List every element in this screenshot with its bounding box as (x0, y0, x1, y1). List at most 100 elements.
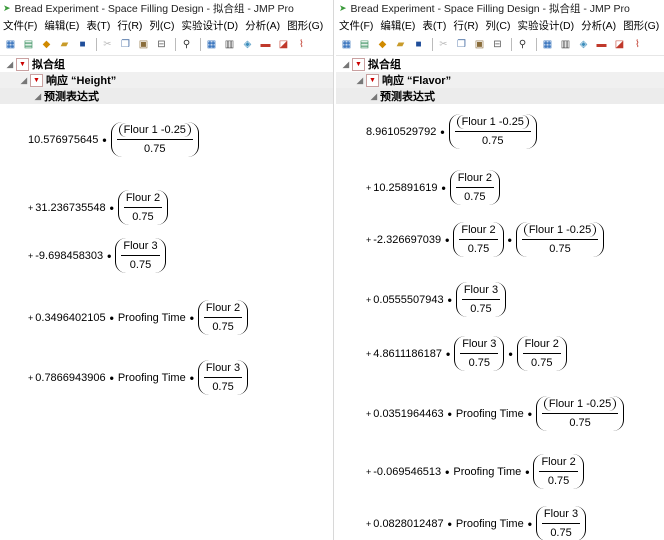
inner-parentheses: Flour 1 -0.25 (118, 123, 191, 137)
plus-sign: + (28, 250, 34, 261)
report-outline: ◢ ▼ 拟合组 ◢ ▼ 响应 “Flavor” ◢ 预测表达式 (336, 56, 664, 104)
denominator: 0.75 (212, 321, 234, 333)
denominator: 0.75 (132, 211, 154, 223)
menu-edit[interactable]: 编辑(E) (380, 18, 415, 33)
copy-icon[interactable]: ❐ (118, 38, 133, 52)
menu-cols[interactable]: 列(C) (149, 18, 174, 33)
fit-icon[interactable]: ◈ (576, 38, 591, 52)
numerator: Flour 2 (459, 224, 498, 240)
menu-doe[interactable]: 实验设计(D) (518, 18, 575, 33)
menu-file[interactable]: 文件(F) (3, 18, 37, 33)
ruler-icon[interactable]: ◪ (276, 38, 291, 52)
script-icon[interactable]: ◆ (39, 38, 54, 52)
cut-icon[interactable]: ✂ (100, 38, 115, 52)
coefficient: 10.576975645 (28, 133, 99, 146)
formula-term: +0.7866943906 • Proofing Time • Flour 3 0.75 (28, 360, 249, 395)
fraction: Flour 3 0.75 (121, 240, 160, 271)
outline-response[interactable]: ◢ ▼ 响应 “Height” (0, 72, 333, 88)
paste-icon[interactable]: ▣ (136, 38, 151, 52)
collapse-triangle-icon[interactable]: ◢ (18, 76, 30, 85)
ruler-icon[interactable]: ◪ (612, 38, 627, 52)
formula-term: +10.25891619 • Flour 2 0.75 (366, 170, 500, 205)
inner-parentheses: Flour 1 -0.25 (456, 115, 529, 129)
collapse-triangle-icon[interactable]: ◢ (340, 60, 352, 69)
plus-sign: + (366, 294, 372, 305)
coefficient: -9.698458303 (35, 249, 104, 262)
numerator: Flour 2 (123, 192, 163, 208)
menu-rows[interactable]: 行(R) (453, 18, 478, 33)
formula-term: + -2.326697039 • Flour 2 0.75 • Flour 1 -0.25 0… (366, 222, 605, 257)
save-icon[interactable]: ■ (75, 38, 90, 52)
bar-chart-icon[interactable]: ▥ (222, 38, 237, 52)
red-triangle-menu-icon[interactable]: ▼ (30, 73, 43, 87)
distribution-icon[interactable]: ⌇ (630, 38, 645, 52)
data-table-icon[interactable]: ▦ (339, 38, 354, 52)
new-icon[interactable]: ▤ (21, 38, 36, 52)
numerator: Flour 3 (460, 338, 499, 354)
parenthesized-fraction: Flour 3 0.75 (454, 336, 505, 371)
new-icon[interactable]: ▤ (357, 38, 372, 52)
data-table-icon[interactable]: ▦ (3, 38, 18, 52)
menu-graph[interactable]: 图形(G) (623, 18, 659, 33)
fraction: Flour 2 0.75 (455, 172, 494, 203)
menu-edit[interactable]: 编辑(E) (44, 18, 79, 33)
menu-file[interactable]: 文件(F) (339, 18, 373, 33)
graph-icon[interactable]: ▬ (594, 38, 609, 52)
menu-analyze[interactable]: 分析(A) (245, 18, 280, 33)
numerator: Flour 3 (121, 240, 160, 256)
fit-group-label: 拟合组 (368, 59, 401, 71)
plus-sign: + (366, 182, 372, 193)
collapse-triangle-icon[interactable]: ◢ (4, 60, 16, 69)
save-icon[interactable]: ■ (411, 38, 426, 52)
distribution-icon[interactable]: ⌇ (294, 38, 309, 52)
menu-tables[interactable]: 表(T) (86, 18, 110, 33)
plus-sign: + (366, 234, 372, 245)
menu-graph[interactable]: 图形(G) (287, 18, 323, 33)
coefficient: 0.0555507943 (373, 293, 444, 306)
copy-icon[interactable]: ❐ (454, 38, 469, 52)
cut-icon[interactable]: ✂ (436, 38, 451, 52)
collapse-triangle-icon[interactable]: ◢ (32, 92, 44, 101)
open-icon[interactable]: ▰ (57, 38, 72, 52)
multiply-dot-icon: • (445, 346, 451, 361)
plus-sign: + (28, 202, 34, 213)
report-icon[interactable]: ⊟ (490, 38, 505, 52)
search-icon[interactable]: ⚲ (515, 38, 530, 52)
bar-chart-icon[interactable]: ▥ (558, 38, 573, 52)
fit-icon[interactable]: ◈ (240, 38, 255, 52)
formula-term: +0.3496402105 • Proofing Time • Flour 2 0.75 (28, 300, 249, 335)
red-triangle-menu-icon[interactable]: ▼ (352, 57, 365, 71)
menu-analyze[interactable]: 分析(A) (581, 18, 616, 33)
menu-cols[interactable]: 列(C) (485, 18, 510, 33)
menu-doe[interactable]: 实验设计(D) (182, 18, 239, 33)
denominator: 0.75 (550, 527, 572, 539)
paste-icon[interactable]: ▣ (472, 38, 487, 52)
collapse-triangle-icon[interactable]: ◢ (368, 92, 380, 101)
outline-prediction-expression[interactable]: ◢ 预测表达式 (336, 88, 664, 104)
parenthesized-fraction: Flour 2 0.75 (516, 336, 567, 371)
grid-icon[interactable]: ▦ (540, 38, 555, 52)
script-icon[interactable]: ◆ (375, 38, 390, 52)
graph-icon[interactable]: ▬ (258, 38, 273, 52)
open-icon[interactable]: ▰ (393, 38, 408, 52)
outline-response[interactable]: ◢ ▼ 响应 “Flavor” (336, 72, 664, 88)
right-report-window: ➤ Bread Experiment - Space Filling Desig… (336, 0, 664, 540)
outline-prediction-expression[interactable]: ◢ 预测表达式 (0, 88, 333, 104)
denominator: 0.75 (129, 259, 152, 271)
outline-fit-group[interactable]: ◢ ▼ 拟合组 (336, 56, 664, 72)
fraction: Flour 2 0.75 (539, 456, 578, 487)
red-triangle-menu-icon[interactable]: ▼ (366, 73, 379, 87)
numerator: Flour 1 -0.25 (541, 397, 619, 414)
menu-rows[interactable]: 行(R) (117, 18, 142, 33)
red-triangle-menu-icon[interactable]: ▼ (16, 57, 29, 71)
parenthesized-fraction: Flour 2 0.75 (449, 170, 500, 205)
numerator: Flour 2 (203, 302, 243, 318)
search-icon[interactable]: ⚲ (179, 38, 194, 52)
outline-fit-group[interactable]: ◢ ▼ 拟合组 (0, 56, 333, 72)
menu-tables[interactable]: 表(T) (422, 18, 446, 33)
numerator: Flour 3 (461, 284, 501, 300)
plus-sign: + (366, 348, 372, 359)
collapse-triangle-icon[interactable]: ◢ (354, 76, 366, 85)
report-icon[interactable]: ⊟ (154, 38, 169, 52)
grid-icon[interactable]: ▦ (204, 38, 219, 52)
